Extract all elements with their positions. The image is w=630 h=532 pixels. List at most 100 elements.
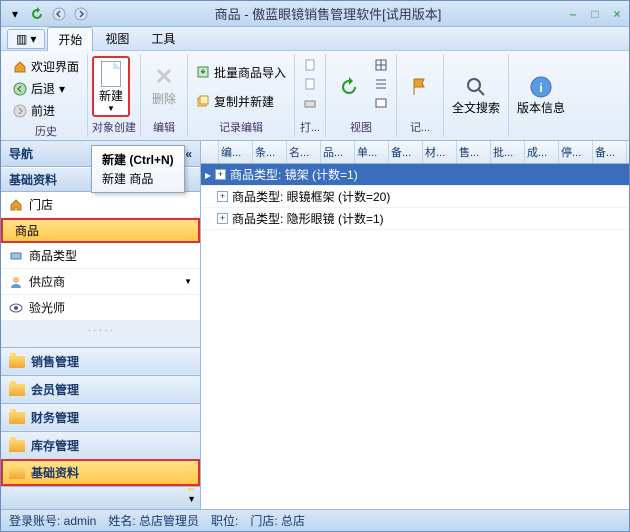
row-pointer-icon: ▸ xyxy=(205,168,211,182)
status-role: 职位: xyxy=(211,512,238,529)
col-header-11[interactable]: 停... xyxy=(559,141,593,163)
nav-item-1[interactable]: 商品 xyxy=(1,218,200,243)
col-header-1[interactable]: 编... xyxy=(219,141,253,163)
expand-icon[interactable]: + xyxy=(217,191,228,202)
ribbon-group-label: 记录编辑 xyxy=(192,117,290,135)
new-button[interactable]: 新建 ▼ xyxy=(92,56,130,117)
chevron-down-icon: ▼ xyxy=(107,104,115,113)
content-area: 编...条...名...品...单...备...材...售...批...成...… xyxy=(201,141,629,509)
col-header-0[interactable] xyxy=(201,141,219,163)
nav-section-2[interactable]: 财务管理 xyxy=(1,403,200,431)
print-btn3[interactable] xyxy=(299,94,321,112)
nav-sections: 销售管理会员管理财务管理库存管理基础资料 xyxy=(1,347,200,486)
close-button[interactable]: × xyxy=(609,6,625,22)
nav-item-label: 供应商 xyxy=(29,273,65,290)
copy-new-button[interactable]: 复制并新建 xyxy=(192,91,290,112)
expand-icon[interactable]: + xyxy=(217,213,228,224)
nav-section-4[interactable]: 基础资料 xyxy=(1,459,200,486)
back-button[interactable]: 后退 ▾ xyxy=(9,78,83,99)
view-btn2[interactable] xyxy=(370,75,392,93)
ribbon-group-label: 打... xyxy=(299,117,321,135)
nav-resize-grip[interactable]: . . . . . xyxy=(1,321,200,336)
view-btn1[interactable] xyxy=(370,56,392,74)
nav-item-4[interactable]: 验光师 xyxy=(1,295,200,321)
col-header-5[interactable]: 单... xyxy=(355,141,389,163)
view-refresh-button[interactable] xyxy=(330,56,368,117)
app-menu-button[interactable]: ▥▾ xyxy=(7,29,45,49)
folder-icon xyxy=(9,440,25,452)
maximize-button[interactable]: □ xyxy=(587,6,603,22)
nav-section-label: 财务管理 xyxy=(31,409,79,426)
tab-tools[interactable]: 工具 xyxy=(141,27,185,50)
tab-view[interactable]: 视图 xyxy=(95,27,139,50)
nav-section-0[interactable]: 销售管理 xyxy=(1,347,200,375)
nav-item-3[interactable]: 供应商 ▼ xyxy=(1,269,200,295)
status-bar: 登录账号: admin 姓名: 总店管理员 职位: 门店: 总店 xyxy=(1,509,629,531)
col-header-12[interactable]: 备... xyxy=(593,141,627,163)
print-btn1[interactable] xyxy=(299,56,321,74)
nav-item-0[interactable]: 门店 xyxy=(1,192,200,218)
ribbon-group-label: 历史 xyxy=(9,121,83,139)
forward-button[interactable]: 前进 xyxy=(9,100,83,121)
quick-access-toolbar: ▾ xyxy=(5,4,91,24)
status-account: 登录账号: admin xyxy=(9,512,96,529)
search-button[interactable]: 全文搜索 xyxy=(448,56,504,135)
main-area: 导航« 基础资料 门店商品商品类型供应商▼验光师 . . . . . 销售管理会… xyxy=(1,141,629,509)
col-header-4[interactable]: 品... xyxy=(321,141,355,163)
chevron-down-icon[interactable]: ▼ xyxy=(187,494,196,504)
col-header-3[interactable]: 名... xyxy=(287,141,321,163)
nav-item-2[interactable]: 商品类型 xyxy=(1,243,200,269)
home-icon xyxy=(13,60,27,74)
col-header-8[interactable]: 售... xyxy=(457,141,491,163)
delete-button[interactable]: 删除 xyxy=(145,56,183,117)
forward-icon[interactable] xyxy=(71,4,91,24)
nav-item-label: 验光师 xyxy=(29,299,65,316)
folder-icon xyxy=(9,384,25,396)
ribbon-group-print: 打... xyxy=(295,54,326,137)
ribbon-group-label: 编辑 xyxy=(145,117,183,135)
col-header-2[interactable]: 条... xyxy=(253,141,287,163)
doc-icon xyxy=(303,77,317,91)
doc-icon xyxy=(303,58,317,72)
nav-section-3[interactable]: 库存管理 xyxy=(1,431,200,459)
welcome-button[interactable]: 欢迎界面 xyxy=(9,56,83,77)
ribbon-group-label: 视图 xyxy=(330,117,392,135)
ribbon-group-record: 批量商品导入 复制并新建 记录编辑 xyxy=(188,54,295,137)
grid-icon xyxy=(374,58,388,72)
new-doc-icon xyxy=(101,61,121,87)
list-icon xyxy=(374,77,388,91)
navigation-panel: 导航« 基础资料 门店商品商品类型供应商▼验光师 . . . . . 销售管理会… xyxy=(1,141,201,509)
version-button[interactable]: i版本信息 xyxy=(513,56,569,135)
batch-import-button[interactable]: 批量商品导入 xyxy=(192,62,290,83)
ribbon-group-view: 视图 xyxy=(326,54,397,137)
grid-body: ▸+商品类型: 镜架 (计数=1)+商品类型: 眼镜框架 (计数=20)+商品类… xyxy=(201,164,629,509)
mark-button[interactable] xyxy=(401,56,439,117)
group-row-1[interactable]: +商品类型: 眼镜框架 (计数=20) xyxy=(201,186,629,208)
menu-bar: ▥▾ 开始 视图 工具 xyxy=(1,27,629,51)
back-icon[interactable] xyxy=(49,4,69,24)
qat-dropdown[interactable]: ▾ xyxy=(5,4,25,24)
chevron-left-icon[interactable]: « xyxy=(185,147,192,161)
view-btn3[interactable] xyxy=(370,94,392,112)
nav-item-label: 商品类型 xyxy=(29,247,77,264)
chevron-down-icon: ▼ xyxy=(184,277,192,286)
nav-section-1[interactable]: 会员管理 xyxy=(1,375,200,403)
search-icon xyxy=(464,75,488,99)
print-btn2[interactable] xyxy=(299,75,321,93)
folder-icon xyxy=(9,356,25,368)
nav-section-label: 基础资料 xyxy=(31,464,79,481)
col-header-6[interactable]: 备... xyxy=(389,141,423,163)
minimize-button[interactable]: – xyxy=(565,6,581,22)
ribbon-group-version: i版本信息 xyxy=(509,54,573,137)
expand-icon[interactable]: + xyxy=(215,169,226,180)
col-header-10[interactable]: 成... xyxy=(525,141,559,163)
col-header-7[interactable]: 材... xyxy=(423,141,457,163)
nav-items-list: 门店商品商品类型供应商 ▼ 验光师 xyxy=(1,192,200,321)
ribbon-group-search: 全文搜索 xyxy=(444,54,509,137)
tab-start[interactable]: 开始 xyxy=(47,27,93,51)
col-header-9[interactable]: 批... xyxy=(491,141,525,163)
window-title: 商品 - 傲蓝眼镜销售管理软件[试用版本] xyxy=(91,4,565,23)
group-row-2[interactable]: +商品类型: 隐形眼镜 (计数=1) xyxy=(201,208,629,230)
refresh-icon[interactable] xyxy=(27,4,47,24)
group-row-0[interactable]: ▸+商品类型: 镜架 (计数=1) xyxy=(201,164,629,186)
